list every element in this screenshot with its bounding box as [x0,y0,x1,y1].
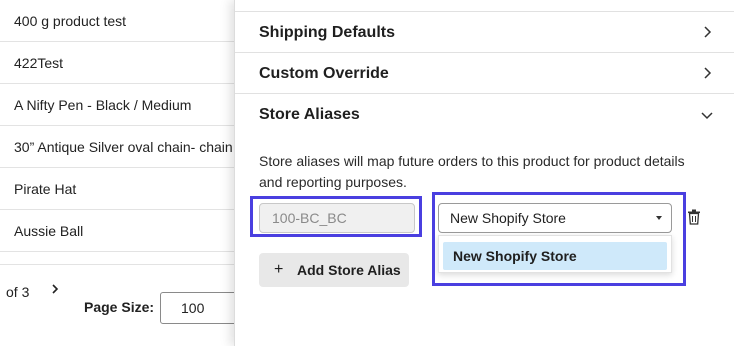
list-item[interactable]: 30” Antique Silver oval chain- chain [0,126,260,168]
list-divider [0,264,260,265]
highlight-box [250,196,422,237]
next-page-button[interactable] [50,282,60,299]
trash-icon[interactable] [687,209,701,225]
list-item[interactable]: A Nifty Pen - Black / Medium [0,84,260,126]
product-detail-panel: Shipping Defaults Custom Override Store … [234,0,734,346]
section-title: Custom Override [259,65,389,82]
section-store-aliases[interactable]: Store Aliases [235,94,734,136]
list-item[interactable]: Pirate Hat [0,168,260,210]
section-title: Shipping Defaults [259,24,395,41]
list-item[interactable]: 422Test [0,42,260,84]
section-custom-override[interactable]: Custom Override [235,53,734,94]
chevron-down-icon [701,112,713,120]
chevron-right-icon [52,284,59,294]
section-title: Store Aliases [259,106,360,123]
chevron-right-icon [704,67,712,79]
section-shipping-defaults[interactable]: Shipping Defaults [235,12,734,53]
chevron-right-icon [704,26,712,38]
page-size-label: Page Size: [84,299,155,315]
page-count: of 3 [6,284,30,300]
highlight-box [432,192,686,286]
add-store-alias-label: Add Store Alias [297,262,401,278]
plus-icon: + [274,261,284,278]
product-list: 400 g product test 422Test A Nifty Pen -… [0,0,260,346]
store-aliases-description: Store aliases will map future orders to … [259,153,685,190]
add-store-alias-button[interactable]: + Add Store Alias [259,253,409,287]
list-item[interactable]: 400 g product test [0,0,260,42]
list-item[interactable]: Aussie Ball [0,210,260,252]
